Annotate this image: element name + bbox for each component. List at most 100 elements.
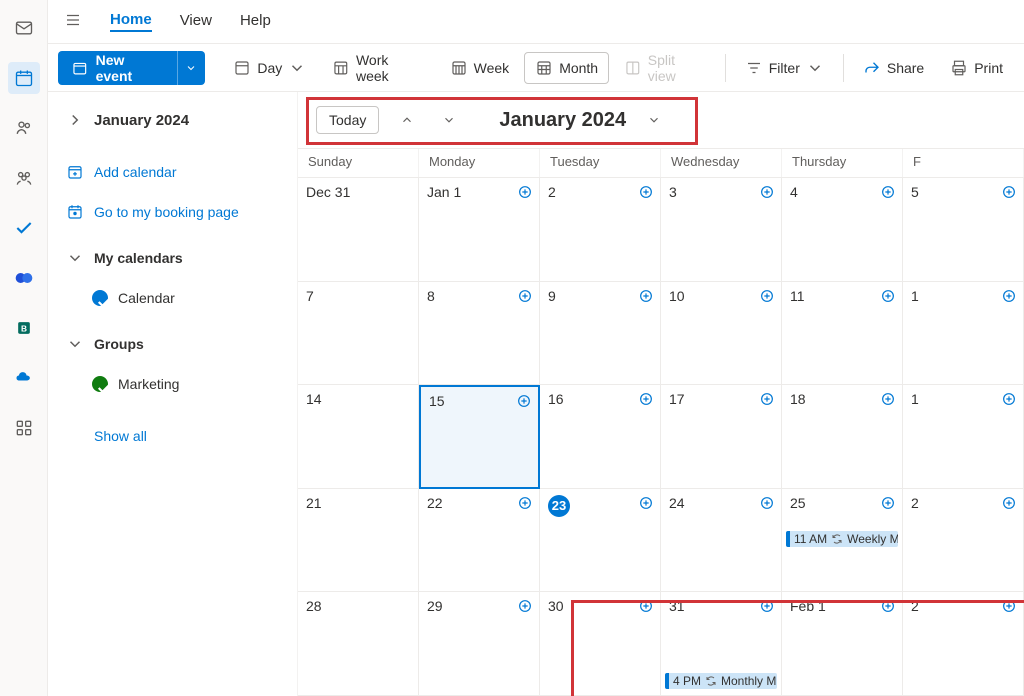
- view-workweek-button[interactable]: Work week: [321, 52, 434, 84]
- calendar-cell[interactable]: 29: [419, 592, 540, 696]
- calendar-cell[interactable]: 1: [903, 282, 1024, 386]
- view-day-button[interactable]: Day: [222, 52, 317, 84]
- calendar-cell[interactable]: Dec 31: [298, 178, 419, 282]
- add-event-icon[interactable]: [1001, 391, 1017, 407]
- calendar-cell[interactable]: 11: [782, 282, 903, 386]
- add-event-icon[interactable]: [517, 598, 533, 614]
- tab-home[interactable]: Home: [110, 11, 152, 32]
- new-event-button[interactable]: New event: [58, 51, 205, 85]
- sidebar-month-picker[interactable]: January 2024: [62, 102, 283, 138]
- tab-help[interactable]: Help: [240, 12, 271, 31]
- calendar-cell[interactable]: 18: [782, 385, 903, 489]
- add-event-icon[interactable]: [880, 598, 896, 614]
- add-event-icon[interactable]: [517, 184, 533, 200]
- add-event-icon[interactable]: [1001, 495, 1017, 511]
- add-event-icon[interactable]: [517, 288, 533, 304]
- calendar-cell[interactable]: 22: [419, 489, 540, 593]
- date-label: Dec 31: [306, 184, 350, 200]
- add-event-icon[interactable]: [638, 495, 654, 511]
- calendar-cell[interactable]: 17: [661, 385, 782, 489]
- calendar-cell[interactable]: Jan 1: [419, 178, 540, 282]
- show-all-link[interactable]: Show all: [62, 418, 283, 454]
- date-label: 17: [669, 391, 685, 407]
- onedrive-rail-icon[interactable]: [8, 362, 40, 394]
- add-event-icon[interactable]: [638, 391, 654, 407]
- new-event-split[interactable]: [177, 51, 204, 85]
- people-rail-icon[interactable]: [8, 112, 40, 144]
- calendar-cell[interactable]: 2: [903, 592, 1024, 696]
- chevron-right-icon: [66, 111, 84, 129]
- title-dropdown[interactable]: [640, 106, 668, 134]
- calendar-cell[interactable]: 5: [903, 178, 1024, 282]
- hamburger-icon[interactable]: [64, 11, 82, 32]
- calendar-cell[interactable]: 15: [419, 385, 540, 489]
- groups-header[interactable]: Groups: [62, 326, 283, 362]
- calendar-cell[interactable]: 1: [903, 385, 1024, 489]
- marketing-item[interactable]: Marketing: [62, 366, 283, 402]
- split-view-button[interactable]: Split view: [613, 52, 717, 84]
- add-event-icon[interactable]: [1001, 288, 1017, 304]
- bookings-rail-icon[interactable]: B: [8, 312, 40, 344]
- calendar-cell[interactable]: 9: [540, 282, 661, 386]
- calendar-cell[interactable]: 10: [661, 282, 782, 386]
- add-event-icon[interactable]: [1001, 184, 1017, 200]
- view-month-button[interactable]: Month: [524, 52, 609, 84]
- add-event-icon[interactable]: [638, 184, 654, 200]
- todo-rail-icon[interactable]: [8, 212, 40, 244]
- calendar-cell[interactable]: 2: [540, 178, 661, 282]
- event-item[interactable]: 11 AMWeekly M: [786, 531, 898, 547]
- tab-view[interactable]: View: [180, 12, 212, 31]
- my-calendars-header[interactable]: My calendars: [62, 240, 283, 276]
- next-month-button[interactable]: [435, 106, 463, 134]
- event-item[interactable]: 4 PMMonthly M: [665, 673, 777, 689]
- mail-rail-icon[interactable]: [8, 12, 40, 44]
- add-event-icon[interactable]: [759, 391, 775, 407]
- calendar-rail-icon[interactable]: [8, 62, 40, 94]
- calendar-cell[interactable]: 21: [298, 489, 419, 593]
- add-event-icon[interactable]: [880, 184, 896, 200]
- date-label: 31: [669, 598, 685, 614]
- add-event-icon[interactable]: [759, 184, 775, 200]
- view-week-button[interactable]: Week: [439, 52, 521, 84]
- prev-month-button[interactable]: [393, 106, 421, 134]
- add-event-icon[interactable]: [880, 288, 896, 304]
- add-event-icon[interactable]: [516, 393, 532, 409]
- add-event-icon[interactable]: [880, 495, 896, 511]
- more-apps-rail-icon[interactable]: [8, 412, 40, 444]
- calendar-cell[interactable]: 2511 AMWeekly M: [782, 489, 903, 593]
- add-calendar-link[interactable]: Add calendar: [62, 154, 283, 190]
- new-event-main[interactable]: New event: [58, 52, 177, 84]
- divider: [843, 54, 844, 82]
- word-rail-icon[interactable]: [8, 262, 40, 294]
- weekday-label: F: [903, 149, 1024, 177]
- add-event-icon[interactable]: [880, 391, 896, 407]
- filter-button[interactable]: Filter: [734, 52, 835, 84]
- calendar-cell[interactable]: 24: [661, 489, 782, 593]
- print-button[interactable]: Print: [939, 52, 1014, 84]
- add-event-icon[interactable]: [638, 598, 654, 614]
- share-button[interactable]: Share: [852, 52, 935, 84]
- print-label: Print: [974, 60, 1003, 76]
- calendar-cell[interactable]: 2: [903, 489, 1024, 593]
- calendar-cell[interactable]: 14: [298, 385, 419, 489]
- calendar-cell[interactable]: 31 4 PMMonthly M: [661, 592, 782, 696]
- add-event-icon[interactable]: [759, 495, 775, 511]
- add-event-icon[interactable]: [1001, 598, 1017, 614]
- add-event-icon[interactable]: [759, 288, 775, 304]
- add-event-icon[interactable]: [759, 598, 775, 614]
- calendar-cell[interactable]: Feb 1: [782, 592, 903, 696]
- booking-link[interactable]: Go to my booking page: [62, 194, 283, 230]
- calendar-cell[interactable]: 3: [661, 178, 782, 282]
- groups-rail-icon[interactable]: [8, 162, 40, 194]
- calendar-cell[interactable]: 28: [298, 592, 419, 696]
- calendar-cell[interactable]: 16: [540, 385, 661, 489]
- add-event-icon[interactable]: [638, 288, 654, 304]
- calendar-cell[interactable]: 7: [298, 282, 419, 386]
- add-event-icon[interactable]: [517, 495, 533, 511]
- calendar-item[interactable]: Calendar: [62, 280, 283, 316]
- calendar-cell[interactable]: 23: [540, 489, 661, 593]
- calendar-cell[interactable]: 8: [419, 282, 540, 386]
- calendar-cell[interactable]: 30: [540, 592, 661, 696]
- today-button[interactable]: Today: [316, 106, 379, 134]
- calendar-cell[interactable]: 4: [782, 178, 903, 282]
